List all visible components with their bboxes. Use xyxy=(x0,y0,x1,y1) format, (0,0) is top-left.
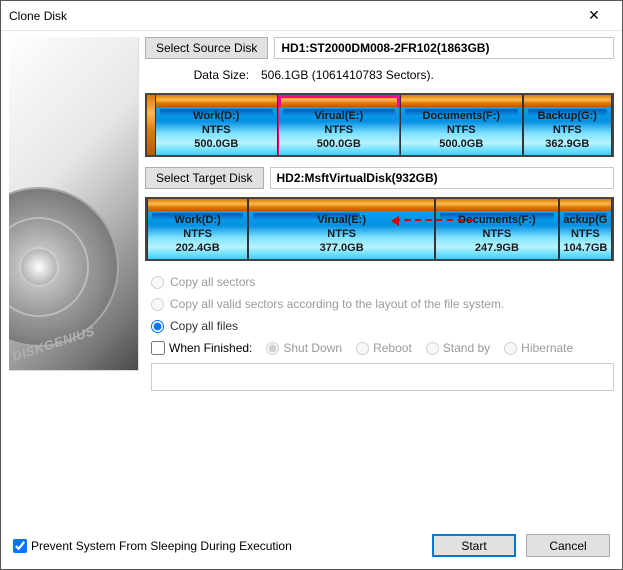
select-source-disk-button[interactable]: Select Source Disk xyxy=(145,37,268,59)
copy-all-sectors-radio[interactable]: Copy all sectors xyxy=(151,275,614,289)
footer: Prevent System From Sleeping During Exec… xyxy=(1,524,622,569)
select-target-disk-button[interactable]: Select Target Disk xyxy=(145,167,264,189)
dialog-body: DISKGENIUS Select Source Disk HD1:ST2000… xyxy=(1,31,622,524)
data-size-value: 506.1GB (1061410783 Sectors). xyxy=(255,65,614,85)
titlebar[interactable]: Clone Disk ✕ xyxy=(1,1,622,31)
log-output xyxy=(151,363,614,391)
partition[interactable]: Documents(F:)NTFS247.9GB xyxy=(435,199,559,259)
prevent-sleep-checkbox[interactable]: Prevent System From Sleeping During Exec… xyxy=(13,539,292,553)
partition[interactable]: Documents(F:)NTFS500.0GB xyxy=(400,95,523,155)
when-finished-hibernate-radio: Hibernate xyxy=(504,341,573,355)
copy-options: Copy all sectors Copy all valid sectors … xyxy=(145,271,614,391)
when-finished-standby-radio: Stand by xyxy=(426,341,490,355)
window-title: Clone Disk xyxy=(9,9,574,23)
hard-drive-illustration: DISKGENIUS xyxy=(9,37,139,371)
target-disk-map[interactable]: Work(D:)NTFS202.4GBVirual(E:)NTFS377.0GB… xyxy=(145,197,614,261)
partition[interactable]: Virual(E:)NTFS377.0GB xyxy=(248,199,435,259)
cancel-button[interactable]: Cancel xyxy=(526,534,610,557)
partition[interactable]: ackup(GNTFS104.7GB xyxy=(559,199,612,259)
source-disk-map[interactable]: Work(D:)NTFS500.0GBVirual(E:)NTFS500.0GB… xyxy=(145,93,614,157)
target-disk-field: HD2:MsftVirtualDisk(932GB) xyxy=(270,167,615,189)
partition[interactable]: Work(D:)NTFS202.4GB xyxy=(147,199,248,259)
when-finished-checkbox[interactable]: When Finished: xyxy=(151,341,252,355)
resize-arrow-icon xyxy=(394,219,474,221)
source-disk-field: HD1:ST2000DM008-2FR102(1863GB) xyxy=(274,37,614,59)
clone-disk-dialog: Clone Disk ✕ DISKGENIUS Select Source Di… xyxy=(0,0,623,570)
when-finished-shutdown-radio: Shut Down xyxy=(266,341,342,355)
partition[interactable]: Virual(E:)NTFS500.0GB xyxy=(278,95,401,155)
main-panel: Select Source Disk HD1:ST2000DM008-2FR10… xyxy=(145,37,614,524)
copy-valid-sectors-radio[interactable]: Copy all valid sectors according to the … xyxy=(151,297,614,311)
close-icon[interactable]: ✕ xyxy=(574,7,614,24)
copy-all-files-radio[interactable]: Copy all files xyxy=(151,319,614,333)
partition[interactable]: Work(D:)NTFS500.0GB xyxy=(155,95,278,155)
start-button[interactable]: Start xyxy=(432,534,516,557)
data-size-label: Data Size: xyxy=(145,68,255,82)
when-finished-reboot-radio: Reboot xyxy=(356,341,412,355)
partition[interactable]: Backup(G:)NTFS362.9GB xyxy=(523,95,612,155)
